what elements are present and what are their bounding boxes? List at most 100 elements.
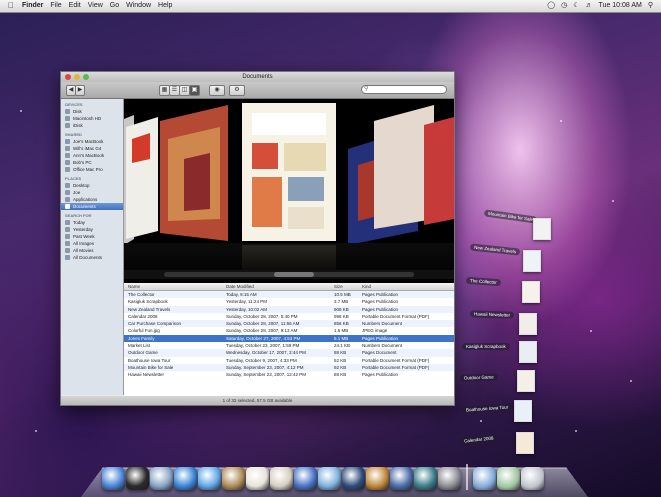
file-row[interactable]: Boathouse Iowa Tour Tuesday, October 9, 2…: [124, 357, 454, 364]
time-machine-icon[interactable]: [414, 467, 437, 490]
sidebar-item-yesterday[interactable]: Yesterday: [61, 226, 123, 233]
dashboard-icon[interactable]: [126, 467, 149, 490]
mail-icon[interactable]: [150, 467, 173, 490]
sidebar-item-applications[interactable]: Applications: [61, 196, 123, 203]
file-row[interactable]: Mountain Bike for Sale Sunday, September …: [124, 363, 454, 372]
star: [35, 430, 37, 432]
minimize-button[interactable]: [74, 74, 80, 80]
stack-item-thumbnail[interactable]: [523, 250, 541, 272]
file-row[interactable]: New Zealand Travels Yesterday, 10:02 AM 90…: [124, 305, 454, 313]
stack-item-label[interactable]: Calendar 2008: [459, 434, 498, 445]
menu-go[interactable]: Go: [110, 0, 119, 12]
iphoto-icon[interactable]: [318, 467, 341, 490]
stack-item-thumbnail[interactable]: [533, 218, 551, 240]
stack-item-label[interactable]: Mountain Bike for Sale: [483, 209, 538, 224]
column-date-modified[interactable]: Date Modified: [226, 283, 334, 290]
time-machine-icon[interactable]: ◷: [561, 0, 567, 12]
stack-item-thumbnail[interactable]: [522, 281, 540, 303]
stack-item-thumbnail[interactable]: [517, 370, 535, 392]
downloads-stack-icon[interactable]: [497, 467, 520, 490]
spaces-icon[interactable]: [390, 467, 413, 490]
file-row[interactable]: Colorful Fun.jpg Sunday, October 28, 2007…: [124, 327, 454, 334]
sidebar-item-wills-imac[interactable]: Will's iMac G4: [61, 145, 123, 152]
sidebar-item-all-images[interactable]: All Images: [61, 240, 123, 247]
stack-item-label[interactable]: The Collector: [465, 276, 501, 287]
file-row[interactable]: The Collector Today, 9:15 AM 10.5 MB Pages …: [124, 291, 454, 299]
sidebar-item-joes-macbook[interactable]: Joe's MacBook: [61, 138, 123, 145]
sidebar-item-past-week[interactable]: Past Week: [61, 233, 123, 240]
stack-item-thumbnail[interactable]: [519, 313, 537, 335]
ical-icon[interactable]: [246, 467, 269, 490]
menu-clock[interactable]: Tue 10:08 AM: [599, 0, 642, 12]
garageband-icon[interactable]: [366, 467, 389, 490]
stack-item-thumbnail[interactable]: [516, 432, 534, 454]
sidebar-item-today[interactable]: Today: [61, 219, 123, 226]
finder-icon[interactable]: [102, 467, 125, 490]
preview-icon[interactable]: [270, 467, 293, 490]
stack-item-label[interactable]: New Zealand Travels: [469, 243, 521, 256]
apple-logo-icon[interactable]: : [8, 0, 14, 12]
bluetooth-icon[interactable]: ◯: [547, 0, 555, 12]
column-kind[interactable]: Kind: [362, 283, 452, 290]
ichat-icon[interactable]: [198, 467, 221, 490]
search-input[interactable]: [361, 85, 447, 94]
menu-edit[interactable]: Edit: [69, 0, 81, 12]
stack-item-thumbnail[interactable]: [514, 400, 532, 422]
file-row[interactable]: Calendar 2008 Sunday, October 28, 2007, 5…: [124, 313, 454, 320]
address-book-icon[interactable]: [222, 467, 245, 490]
system-preferences-icon[interactable]: [438, 467, 461, 490]
file-row[interactable]: Market List Tuesday, October 23, 2007, 1:…: [124, 342, 454, 349]
stack-item-label[interactable]: Hawaii Newsletter: [469, 310, 515, 319]
menu-view[interactable]: View: [88, 0, 103, 12]
stack-item-label[interactable]: Boathouse Iowa Tour: [461, 403, 513, 414]
action-button[interactable]: ⚙: [229, 85, 245, 96]
cover-flow-scrollbar[interactable]: [124, 270, 454, 279]
scroll-thumb[interactable]: [274, 272, 314, 277]
cover-calendar-2008[interactable]: [126, 117, 158, 239]
coverflow-view-button[interactable]: ▣: [189, 85, 200, 96]
itunes-icon[interactable]: [294, 467, 317, 490]
file-row[interactable]: Hawaii Newsletter Sunday, September 23, 2…: [124, 371, 454, 378]
zoom-button[interactable]: [83, 74, 89, 80]
sidebar-item-all-documents[interactable]: All Documents: [61, 254, 123, 261]
stack-item-label[interactable]: Kasigluk Scrapbook: [462, 343, 510, 350]
sidebar-item-office-mac-pro[interactable]: Office Mac Pro: [61, 166, 123, 173]
stack-item-label[interactable]: Outdoor Game: [459, 373, 498, 382]
window-titlebar[interactable]: Documents: [61, 72, 454, 82]
sidebar-item-documents[interactable]: Documents: [61, 203, 123, 210]
sidebar-item-disk[interactable]: Disk: [61, 108, 123, 115]
forward-button[interactable]: ▶: [75, 85, 85, 96]
sidebar-item-macintosh-hd[interactable]: Macintosh HD: [61, 115, 123, 122]
cover-flow[interactable]: [124, 99, 454, 283]
sidebar-item-desktop[interactable]: Desktop: [61, 182, 123, 189]
column-size[interactable]: Size: [334, 283, 362, 290]
safari-icon[interactable]: [174, 467, 197, 490]
sidebar-item-bobs-pc[interactable]: Bob's PC: [61, 159, 123, 166]
file-row[interactable]: Jones Family Saturday, October 27, 2007, …: [124, 334, 454, 343]
sidebar-item-idisk[interactable]: iDisk: [61, 122, 123, 129]
menu-help[interactable]: Help: [158, 0, 172, 12]
documents-stack-icon[interactable]: [473, 467, 496, 490]
menu-finder[interactable]: Finder: [22, 0, 43, 12]
file-date: Sunday, October 28, 2007, 9:13 AM: [226, 328, 298, 334]
sidebar-item-anns-macbook[interactable]: Ann's MacBook: [61, 152, 123, 159]
menu-window[interactable]: Window: [126, 0, 151, 12]
spotlight-icon[interactable]: ⚲: [648, 0, 653, 12]
sidebar-item-label: All Images: [73, 241, 95, 246]
sidebar-item-all-movies[interactable]: All Movies: [61, 247, 123, 254]
sidebar-item-label: iDisk: [73, 123, 83, 128]
cover-right-3[interactable]: [424, 117, 454, 225]
stack-item-thumbnail[interactable]: [519, 341, 537, 363]
file-row[interactable]: Kasigluk Scrapbook Yesterday, 11:24 PM 3.7…: [124, 298, 454, 305]
sidebar-item-home[interactable]: Joe: [61, 189, 123, 196]
wifi-icon[interactable]: ☾: [573, 0, 579, 12]
trash-icon[interactable]: [521, 467, 544, 490]
quicklook-button[interactable]: ◉: [209, 85, 225, 96]
file-row[interactable]: Car Purchase Comparison Sunday, October 2…: [124, 320, 454, 328]
column-name[interactable]: Name: [124, 283, 226, 290]
imovie-icon[interactable]: [342, 467, 365, 490]
menu-file[interactable]: File: [50, 0, 61, 12]
file-row[interactable]: Outdoor Game Wednesday, October 17, 2007,…: [124, 349, 454, 357]
volume-icon[interactable]: ♬: [586, 0, 593, 12]
close-button[interactable]: [65, 74, 71, 80]
